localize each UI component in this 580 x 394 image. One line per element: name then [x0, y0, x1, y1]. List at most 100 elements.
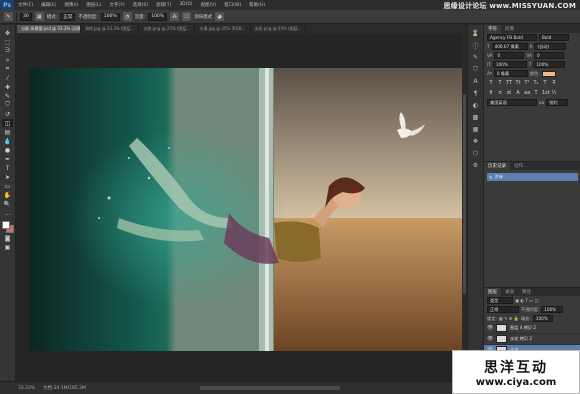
type-style-button[interactable]: ơ [497, 90, 503, 96]
tracking-field[interactable]: 0 [533, 52, 564, 59]
font-size-field[interactable]: 406.67 像素 [491, 43, 528, 50]
type-style-button[interactable]: TT [506, 80, 512, 86]
info-panel-icon[interactable]: ⓘ [471, 41, 481, 50]
styles-panel-icon[interactable]: ▩ [471, 113, 481, 122]
navigator-panel-icon[interactable]: ✥ [471, 137, 481, 146]
tab-channels[interactable]: 通道 [501, 288, 518, 296]
antialias-select[interactable]: 锐利 [546, 99, 569, 106]
menu-item[interactable]: 帮助(H) [245, 2, 269, 8]
brush-panel-icon[interactable]: ▦ [34, 12, 44, 21]
brush-panel-icon[interactable]: ✎ [471, 53, 481, 62]
pressure-size-icon[interactable]: ◕ [215, 12, 225, 21]
type-style-button[interactable]: T [542, 80, 548, 86]
tab-layers[interactable]: 图层 [484, 288, 501, 296]
layer-opacity-field[interactable]: 100% [541, 306, 564, 313]
eyedropper-tool-icon[interactable]: ⁄ [2, 74, 13, 82]
menu-item[interactable]: 图像(I) [60, 2, 82, 8]
layer-row[interactable]: 👁 水花 拷贝 2 [484, 334, 580, 345]
blur-tool-icon[interactable]: 💧 [2, 137, 13, 145]
path-select-icon[interactable]: ➤ [2, 173, 13, 181]
lasso-tool-icon[interactable]: ᕭ [2, 47, 13, 55]
history-item[interactable]: ✎ 涂抹 [487, 173, 578, 181]
blend-mode-select[interactable]: 正常 [487, 306, 519, 313]
type-style-button[interactable]: Tt [515, 80, 521, 86]
menu-item[interactable]: 3D(D) [175, 2, 196, 8]
document-tab[interactable]: 分屏-风景图.psd @ 33.3% (风景画 内容, RGB/8#) * [17, 25, 81, 33]
airbrush-icon[interactable]: ⁂ [170, 12, 180, 21]
menu-item[interactable]: 选择(S) [129, 2, 152, 8]
history-brush-icon[interactable]: ↺ [2, 110, 13, 118]
type-style-button[interactable]: fi [488, 90, 494, 96]
brush-tool-icon[interactable]: ✎ [2, 92, 13, 100]
quick-select-tool-icon[interactable]: ✧ [2, 56, 13, 64]
swatches-panel-icon[interactable]: ▦ [471, 125, 481, 134]
shape-tool-icon[interactable]: ▭ [2, 182, 13, 190]
baseline-field[interactable]: 0 像素 [493, 70, 528, 77]
zoom-level[interactable]: 33.33% [18, 386, 35, 391]
3d-panel-icon[interactable]: ⬡ [471, 149, 481, 158]
document-tab[interactable]: 水底.png @ 25% (图层... [139, 25, 196, 33]
text-color-swatch[interactable] [541, 70, 556, 77]
fill-field[interactable]: 100% [532, 315, 553, 322]
visibility-eye-icon[interactable]: 👁 [487, 336, 493, 342]
quick-mask-icon[interactable]: ◙ [2, 234, 13, 242]
zoom-tool-icon[interactable]: 🔍 [2, 200, 13, 208]
horizontal-scrollbar[interactable] [200, 386, 340, 390]
type-style-button[interactable]: aa [524, 90, 530, 96]
character-panel-icon[interactable]: A [471, 77, 481, 86]
document-tab[interactable]: 水花.png @ 50% (图层... [251, 25, 307, 33]
gradient-tool-icon[interactable]: ▤ [2, 128, 13, 136]
tool-presets-icon[interactable]: ⚙ [471, 161, 481, 170]
menu-item[interactable]: 窗口(W) [220, 2, 245, 8]
vertical-scale-field[interactable]: 100% [492, 61, 527, 68]
menu-item[interactable]: 图层(L) [82, 2, 105, 8]
pen-tool-icon[interactable]: ✒ [2, 155, 13, 163]
flow-field[interactable]: 100% [148, 12, 168, 21]
language-select[interactable]: 美国英语 [487, 99, 537, 106]
layer-kind-select[interactable]: 类型 [487, 297, 513, 304]
screen-mode-icon[interactable]: ▣ [2, 243, 13, 251]
type-tool-icon[interactable]: T [2, 164, 13, 172]
tab-paragraph[interactable]: 段落 [501, 25, 518, 33]
type-style-button[interactable]: ½ [551, 90, 557, 96]
kerning-field[interactable]: 0 [494, 52, 525, 59]
opacity-field[interactable]: 100% [100, 12, 120, 21]
document-tab[interactable]: 海岸.jpg @ 33.3% (图层... [81, 25, 140, 33]
history-panel-icon[interactable]: ⌛ [471, 29, 481, 38]
eraser-tool-icon[interactable]: ◫ [2, 119, 13, 127]
more-tools-icon[interactable]: … [2, 209, 13, 217]
font-style-select[interactable]: Bold [539, 34, 569, 41]
tab-character[interactable]: 字符 [484, 25, 501, 33]
foreground-color-swatch[interactable] [1, 221, 10, 229]
vertical-scroll-thumb[interactable] [463, 94, 466, 294]
pressure-opacity-icon[interactable]: ◔ [122, 12, 132, 21]
tab-actions[interactable]: 动作 [510, 162, 527, 170]
tab-paths[interactable]: 路径 [518, 288, 535, 296]
marquee-tool-icon[interactable]: ⬚ [2, 38, 13, 46]
mode-select[interactable]: 正常 [60, 12, 76, 21]
clone-source-icon[interactable]: ⛉ [471, 65, 481, 74]
horizontal-scale-field[interactable]: 100% [533, 61, 566, 68]
lock-icons[interactable]: ▦ ✎ ✥ 🔒 [499, 316, 519, 322]
type-style-button[interactable]: T₁ [533, 80, 539, 86]
type-style-button[interactable]: A [515, 90, 521, 96]
checkbox-icon[interactable]: ☐ [182, 12, 192, 21]
brush-size-field[interactable]: 30 [20, 12, 32, 21]
type-style-button[interactable]: T [488, 80, 494, 86]
type-style-button[interactable]: T [497, 80, 503, 86]
menu-item[interactable]: 编辑(E) [37, 2, 60, 8]
stamp-tool-icon[interactable]: ⛉ [2, 101, 13, 109]
menu-item[interactable]: 文字(Y) [105, 2, 128, 8]
leading-field[interactable]: (自动) [534, 43, 567, 50]
type-style-button[interactable]: T̶ [551, 80, 557, 86]
crop-tool-icon[interactable]: ⌗ [2, 65, 13, 73]
move-tool-icon[interactable]: ✥ [2, 29, 13, 37]
font-family-select[interactable]: Agency FB Bold [487, 34, 537, 41]
hand-tool-icon[interactable]: ✋ [2, 191, 13, 199]
color-swatches[interactable] [1, 221, 14, 233]
document-tab[interactable]: 沙漠.jpg @ 25% (RGB... [195, 25, 251, 33]
menu-item[interactable]: 视图(V) [197, 2, 221, 8]
healing-tool-icon[interactable]: ✚ [2, 83, 13, 91]
brush-tool-icon[interactable]: ✎ [4, 12, 13, 21]
type-style-button[interactable]: T [533, 90, 539, 96]
